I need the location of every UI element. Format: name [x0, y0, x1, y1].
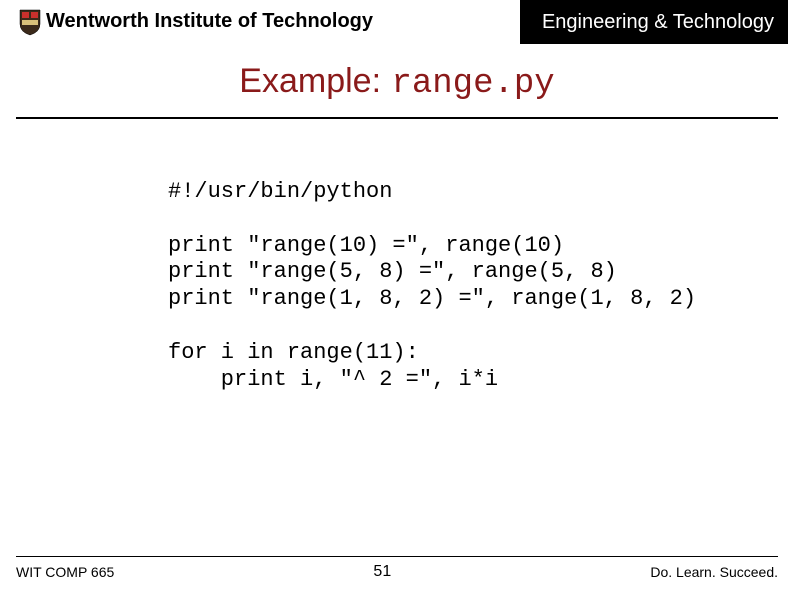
code-line: #!/usr/bin/python — [168, 179, 392, 204]
code-block: #!/usr/bin/python print "range(10) =", r… — [168, 179, 794, 394]
title-label: Example: — [239, 62, 381, 101]
code-line: print "range(10) =", range(10) — [168, 233, 564, 258]
tagline: Do. Learn. Succeed. — [650, 564, 778, 580]
code-line: print "range(5, 8) =", range(5, 8) — [168, 259, 617, 284]
course-code: WIT COMP 665 — [16, 564, 114, 580]
code-line: print "range(1, 8, 2) =", range(1, 8, 2) — [168, 286, 696, 311]
title-filename: range.py — [391, 65, 554, 103]
page-number: 51 — [114, 563, 650, 581]
footer-divider — [16, 556, 778, 557]
institution-name: Wentworth Institute of Technology — [46, 10, 373, 33]
code-line: for i in range(11): — [168, 340, 419, 365]
title-divider — [16, 117, 778, 119]
slide-title: Example: range.py — [0, 62, 794, 113]
code-line: print i, "^ 2 =", i*i — [168, 367, 498, 392]
header-bar: Wentworth Institute of Technology Engine… — [0, 0, 794, 44]
footer-row: WIT COMP 665 51 Do. Learn. Succeed. — [16, 563, 778, 581]
department-box: Engineering & Technology — [520, 0, 788, 44]
crest-icon — [18, 8, 42, 36]
slide: Wentworth Institute of Technology Engine… — [0, 0, 794, 595]
footer: WIT COMP 665 51 Do. Learn. Succeed. — [0, 556, 794, 581]
